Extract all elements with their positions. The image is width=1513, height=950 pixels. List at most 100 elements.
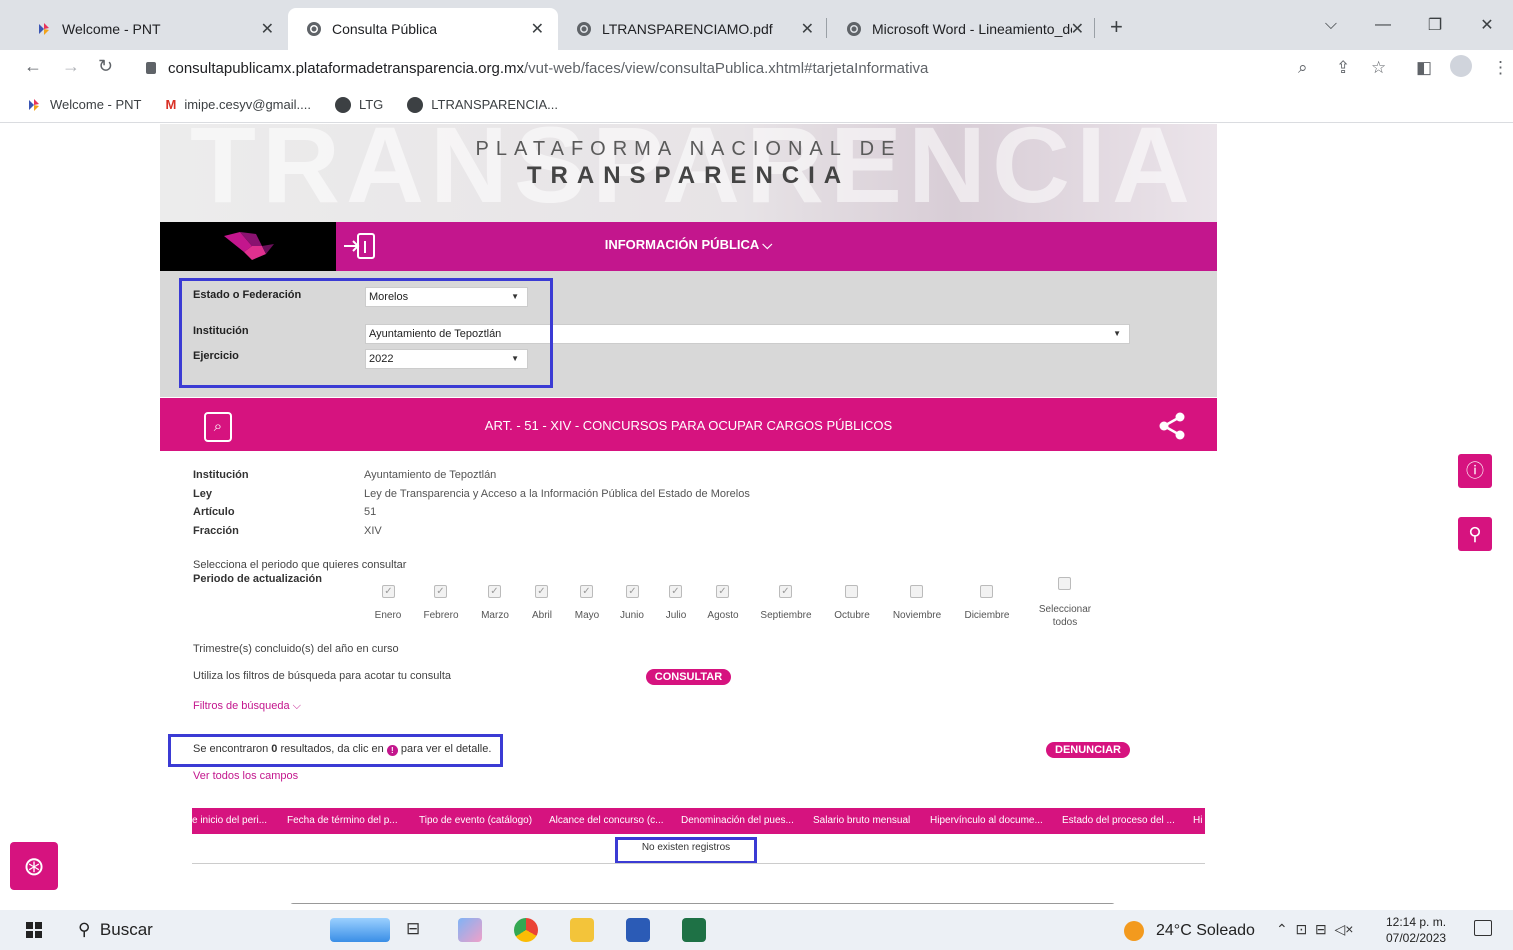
checkbox-diciembre[interactable] xyxy=(980,585,993,598)
column-header[interactable]: Alcance del concurso (c... xyxy=(549,815,664,826)
ver-todos-campos-link[interactable]: Ver todos los campos xyxy=(193,770,298,782)
info-label-institucion: Institución xyxy=(193,469,249,481)
file-explorer-icon[interactable] xyxy=(570,918,594,942)
zoom-icon[interactable]: ⌕ xyxy=(1298,58,1308,78)
lock-icon xyxy=(146,62,156,74)
system-tray-icons[interactable]: ⌃ ⊡ ⊟ ◁× xyxy=(1276,921,1353,938)
restore-icon[interactable]: ❐ xyxy=(1409,0,1461,50)
tab-ltransparencia-pdf[interactable]: LTRANSPARENCIAMO.pdf ✕ xyxy=(558,8,828,50)
checkbox-octubre[interactable] xyxy=(845,585,858,598)
checkbox-agosto[interactable]: ✓ xyxy=(716,585,729,598)
task-view-icon[interactable]: ⊟ xyxy=(406,919,430,943)
bookmark-ltg[interactable]: LTG xyxy=(334,96,384,113)
column-header[interactable]: Hipervínculo al docume... xyxy=(930,815,1043,826)
filters-panel: Estado o Federación Morelos ▼ Institució… xyxy=(160,271,1217,397)
globe-icon xyxy=(334,96,351,113)
close-icon[interactable]: ✕ xyxy=(801,19,814,39)
select-all-label: Seleccionar todos xyxy=(1034,603,1096,629)
results-table-header: e inicio del peri... Fecha de término de… xyxy=(192,808,1205,834)
globe-icon xyxy=(407,96,424,113)
taskbar-clock[interactable]: 12:14 p. m. 07/02/2023 xyxy=(1386,914,1446,946)
taskbar-search[interactable]: ⚲ Buscar xyxy=(78,920,153,940)
column-header[interactable]: e inicio del peri... xyxy=(192,815,267,826)
trimestre-text: Trimestre(s) concluido(s) del año en cur… xyxy=(193,643,399,655)
tab-title: Microsoft Word - Lineamiento_de xyxy=(872,21,1072,37)
paint-app-icon[interactable] xyxy=(458,918,482,942)
url-field[interactable]: consultapublicamx.plataformadetransparen… xyxy=(138,53,1338,83)
castle-widget-icon[interactable] xyxy=(330,918,390,942)
clock-time: 12:14 p. m. xyxy=(1386,915,1447,929)
tab-consulta-publica[interactable]: Consulta Pública ✕ xyxy=(288,8,558,50)
checkbox-seleccionar-todos[interactable] xyxy=(1058,577,1071,590)
weather-text: 24°C Soleado xyxy=(1156,922,1255,939)
checkbox-febrero[interactable]: ✓ xyxy=(434,585,447,598)
checkbox-abril[interactable]: ✓ xyxy=(535,585,548,598)
forward-arrow-icon[interactable]: → xyxy=(62,56,80,77)
bookmark-label: LTG xyxy=(358,97,384,112)
horizontal-scrollbar[interactable] xyxy=(290,903,1115,904)
browser-tab-bar: Welcome - PNT ✕ Consulta Pública ✕ LTRAN… xyxy=(0,0,1513,50)
checkbox-julio[interactable]: ✓ xyxy=(669,585,682,598)
checkbox-junio[interactable]: ✓ xyxy=(626,585,639,598)
chrome-icon[interactable] xyxy=(514,918,538,942)
kebab-menu-icon[interactable]: ⋮ xyxy=(1492,58,1509,78)
consultar-button[interactable]: CONSULTAR xyxy=(646,669,731,685)
tab-title: Consulta Pública xyxy=(332,21,438,37)
column-header[interactable]: Tipo de evento (catálogo) xyxy=(419,815,532,826)
column-header[interactable]: Estado del proceso del ... xyxy=(1062,815,1175,826)
word-icon[interactable] xyxy=(626,918,650,942)
bookmark-gmail[interactable]: M imipe.cesyv@gmail.... xyxy=(166,97,311,112)
column-header[interactable]: Hi xyxy=(1193,815,1202,826)
table-divider xyxy=(192,863,1205,864)
close-icon[interactable]: ✕ xyxy=(1071,19,1084,39)
month-label: Enero xyxy=(374,610,402,621)
bookmark-welcome-pnt[interactable]: Welcome - PNT xyxy=(26,97,142,113)
checkbox-noviembre[interactable] xyxy=(910,585,923,598)
excel-icon[interactable] xyxy=(682,918,706,942)
tab-welcome-pnt[interactable]: Welcome - PNT ✕ xyxy=(18,8,288,50)
month-label: Noviembre xyxy=(892,610,942,621)
checkbox-marzo[interactable]: ✓ xyxy=(488,585,501,598)
notifications-icon[interactable] xyxy=(1474,920,1492,936)
close-icon[interactable]: ✕ xyxy=(531,19,544,39)
share-icon[interactable] xyxy=(1158,412,1188,440)
select-all-line2: todos xyxy=(1052,617,1078,628)
checkbox-septiembre[interactable]: ✓ xyxy=(779,585,792,598)
tab-microsoft-word[interactable]: Microsoft Word - Lineamiento_de ✕ xyxy=(828,8,1098,50)
no-records-highlight-box xyxy=(615,837,757,864)
filtros-busqueda-link[interactable]: Filtros de búsqueda ⌵ xyxy=(193,700,301,713)
column-header[interactable]: Denominación del pues... xyxy=(681,815,794,826)
close-icon[interactable]: ✕ xyxy=(261,19,274,39)
url-host: consultapublicamx.plataformadetransparen… xyxy=(168,59,525,77)
weather-widget[interactable]: 24°C Soleado xyxy=(1124,921,1255,941)
checkbox-enero[interactable]: ✓ xyxy=(382,585,395,598)
bookmark-star-icon[interactable]: ☆ xyxy=(1371,58,1386,78)
tab-search-chevron-icon[interactable]: ⌵ xyxy=(1305,0,1357,50)
checkbox-mayo[interactable]: ✓ xyxy=(580,585,593,598)
month-label: Marzo xyxy=(481,610,509,621)
minimize-icon[interactable]: — xyxy=(1357,0,1409,50)
article-title: ART. - 51 - XIV - CONCURSOS PARA OCUPAR … xyxy=(484,418,893,433)
info-value-articulo: 51 xyxy=(364,506,377,518)
pnt-favicon-icon xyxy=(36,21,52,37)
profile-avatar[interactable] xyxy=(1450,55,1472,77)
denunciar-button[interactable]: DENUNCIAR xyxy=(1046,742,1130,758)
new-tab-plus-icon[interactable]: + xyxy=(1110,14,1123,40)
side-panel-icon[interactable]: ◧ xyxy=(1416,58,1432,78)
bookmark-ltransparencia[interactable]: LTRANSPARENCIA... xyxy=(407,96,558,113)
accessibility-icon[interactable]: ⊛ xyxy=(10,842,58,890)
column-header[interactable]: Salario bruto mensual xyxy=(813,815,910,826)
window-close-icon[interactable]: ✕ xyxy=(1461,0,1513,50)
reload-icon[interactable]: ↻ xyxy=(98,56,113,77)
taskbar-search-label: Buscar xyxy=(99,920,153,939)
tools-wrench-icon[interactable]: ⚲ xyxy=(1458,517,1492,551)
alert-circle-icon[interactable]: ⓘ xyxy=(1458,454,1492,488)
pnt-favicon-icon xyxy=(26,97,42,113)
column-header[interactable]: Fecha de término del p... xyxy=(287,815,398,826)
back-arrow-icon[interactable]: ← xyxy=(24,56,42,77)
month-label: Octubre xyxy=(834,610,870,621)
informacion-publica-menu[interactable]: INFORMACIÓN PÚBLICA ⌵ xyxy=(160,237,1217,253)
share-page-icon[interactable]: ⇪ xyxy=(1336,58,1350,78)
windows-start-icon[interactable] xyxy=(26,922,42,938)
article-header-bar: ⌕ ART. - 51 - XIV - CONCURSOS PARA OCUPA… xyxy=(160,398,1217,451)
